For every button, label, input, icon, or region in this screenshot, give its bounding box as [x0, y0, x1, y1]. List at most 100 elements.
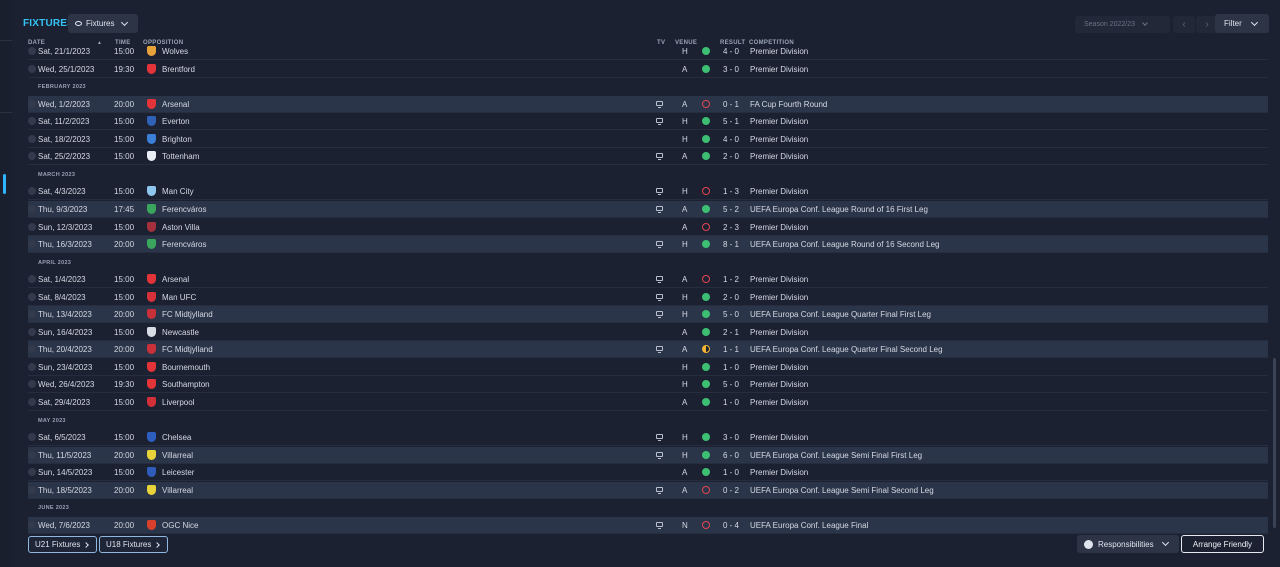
cell-opposition[interactable]: Everton — [162, 117, 190, 126]
table-row[interactable]: Wed, 26/4/2023 19:30 Southampton H 5 - 0 Prem… — [28, 376, 1268, 394]
cell-time: 19:30 — [114, 64, 135, 74]
cell-competition[interactable]: Premier Division — [750, 433, 808, 442]
cell-competition[interactable]: UEFA Europa Conf. League Round of 16 Sec… — [750, 240, 939, 249]
cell-opposition[interactable]: Brentford — [162, 65, 195, 74]
cell-opposition[interactable]: Aston Villa — [162, 223, 200, 232]
cell-opposition[interactable]: Brighton — [162, 135, 192, 144]
cell-date: Thu, 11/5/2023 — [38, 450, 92, 460]
nav-divider — [0, 40, 12, 41]
cell-venue: A — [682, 275, 688, 285]
table-row[interactable]: Thu, 16/3/2023 20:00 Ferencváros H 8 - 1 UEFA… — [28, 236, 1268, 254]
table-row[interactable]: Sat, 29/4/2023 15:00 Liverpool A 1 - 0 Premie… — [28, 394, 1268, 411]
responsibilities-button[interactable]: Responsibilities — [1077, 535, 1179, 553]
cell-opposition[interactable]: Chelsea — [162, 433, 191, 442]
loss-icon — [702, 222, 710, 231]
cell-competition[interactable]: Premier Division — [750, 117, 808, 126]
table-row[interactable]: Sun, 23/4/2023 15:00 Bournemouth H 1 - 0 Prem… — [28, 359, 1268, 376]
cell-competition[interactable]: Premier Division — [750, 47, 808, 56]
table-row[interactable]: Sat, 1/4/2023 15:00 Arsenal A 1 - 2 Premier D… — [28, 271, 1268, 289]
cell-opposition[interactable]: Tottenham — [162, 152, 199, 161]
table-row[interactable]: Sun, 16/4/2023 15:00 Newcastle A 2 - 1 Premie… — [28, 324, 1268, 341]
tv-icon — [656, 434, 663, 442]
previous-season-button[interactable]: ‹ — [1173, 16, 1195, 33]
month-label: MARCH 2023 — [38, 171, 76, 178]
cell-opposition[interactable]: Wolves — [162, 47, 188, 56]
cell-opposition[interactable]: Southampton — [162, 380, 210, 389]
win-icon — [702, 327, 710, 336]
table-row[interactable]: Sat, 18/2/2023 15:00 Brighton H 4 - 0 Premier… — [28, 131, 1268, 148]
table-row[interactable]: Thu, 11/5/2023 20:00 Villarreal H 6 - 0 UEFA … — [28, 446, 1268, 464]
club-crest-icon — [147, 151, 156, 162]
table-row[interactable]: Wed, 25/1/2023 19:30 Brentford A 3 - 0 Premie… — [28, 61, 1268, 78]
cell-opposition[interactable]: Man City — [162, 187, 194, 196]
cell-competition[interactable]: FA Cup Fourth Round — [750, 100, 827, 109]
cell-opposition[interactable]: Ferencváros — [162, 240, 206, 249]
u18-fixtures-button[interactable]: U18 Fixtures — [99, 536, 168, 553]
cell-opposition[interactable]: Leicester — [162, 468, 194, 477]
cell-opposition[interactable]: Bournemouth — [162, 363, 210, 372]
table-row[interactable]: Wed, 7/6/2023 20:00 OGC Nice N 0 - 4 UEFA Eur… — [28, 516, 1268, 534]
chevron-down-icon — [1142, 20, 1148, 26]
cell-competition[interactable]: UEFA Europa Conf. League Round of 16 Fir… — [750, 205, 928, 214]
cell-opposition[interactable]: Villarreal — [162, 486, 193, 495]
table-row[interactable]: Thu, 20/4/2023 20:00 FC Midtjylland A 1 - 1 U… — [28, 341, 1268, 359]
cell-competition[interactable]: Premier Division — [750, 65, 808, 74]
cell-competition[interactable]: Premier Division — [750, 135, 808, 144]
row-status-dot — [28, 275, 36, 284]
cell-competition[interactable]: Premier Division — [750, 380, 808, 389]
cell-competition[interactable]: Premier Division — [750, 152, 808, 161]
cell-opposition[interactable]: OGC Nice — [162, 521, 198, 530]
cell-venue: N — [682, 520, 688, 530]
cell-competition[interactable]: Premier Division — [750, 398, 808, 407]
filter-label: Filter — [1224, 19, 1242, 28]
table-row[interactable]: Thu, 9/3/2023 17:45 Ferencváros A 5 - 2 UEFA … — [28, 200, 1268, 218]
cell-venue: H — [682, 450, 688, 460]
u21-fixtures-button[interactable]: U21 Fixtures — [28, 536, 97, 553]
cell-opposition[interactable]: FC Midtjylland — [162, 310, 213, 319]
cell-competition[interactable]: Premier Division — [750, 363, 808, 372]
cell-competition[interactable]: UEFA Europa Conf. League Semi Final Firs… — [750, 451, 922, 460]
win-icon — [702, 450, 710, 459]
table-row[interactable]: Sat, 8/4/2023 15:00 Man UFC H 2 - 0 Premier D… — [28, 289, 1268, 306]
table-row[interactable]: Wed, 1/2/2023 20:00 Arsenal A 0 - 1 FA Cup Fo… — [28, 95, 1268, 113]
win-icon — [702, 47, 710, 55]
club-crest-icon — [147, 397, 156, 407]
season-dropdown[interactable]: Season 2022/23 — [1075, 16, 1170, 33]
cell-opposition[interactable]: Arsenal — [162, 275, 189, 284]
table-row[interactable]: Sat, 6/5/2023 15:00 Chelsea H 3 - 0 Premier D… — [28, 429, 1268, 447]
table-row[interactable]: Sun, 14/5/2023 15:00 Leicester A 1 - 0 Premie… — [28, 464, 1268, 482]
scrollbar[interactable] — [1273, 358, 1276, 528]
cell-competition[interactable]: Premier Division — [750, 468, 808, 477]
row-status-dot — [28, 468, 36, 477]
cell-opposition[interactable]: FC Midtjylland — [162, 345, 213, 354]
cell-competition[interactable]: UEFA Europa Conf. League Quarter Final F… — [750, 310, 931, 319]
cell-opposition[interactable]: Villarreal — [162, 451, 193, 460]
table-row[interactable]: Thu, 13/4/2023 20:00 FC Midtjylland H 5 - 0 U… — [28, 306, 1268, 324]
cell-time: 15:00 — [114, 222, 135, 232]
cell-opposition[interactable]: Liverpool — [162, 398, 194, 407]
cell-competition[interactable]: Premier Division — [750, 187, 808, 196]
table-row[interactable]: Sat, 21/1/2023 15:00 Wolves H 4 - 0 Premier D… — [28, 44, 1268, 60]
table-row[interactable]: Sat, 11/2/2023 15:00 Everton H 5 - 1 Premier … — [28, 113, 1268, 131]
cell-competition[interactable]: Premier Division — [750, 293, 808, 302]
cell-competition[interactable]: Premier Division — [750, 328, 808, 337]
cell-date: Thu, 18/5/2023 — [38, 485, 92, 495]
view-dropdown[interactable]: Fixtures — [68, 14, 138, 33]
club-crest-icon — [147, 116, 156, 127]
cell-competition[interactable]: UEFA Europa Conf. League Semi Final Seco… — [750, 486, 934, 495]
cell-competition[interactable]: UEFA Europa Conf. League Final — [750, 521, 868, 530]
cell-competition[interactable]: Premier Division — [750, 275, 808, 284]
table-row[interactable]: Sun, 12/3/2023 15:00 Aston Villa A 2 - 3 Prem… — [28, 219, 1268, 236]
cell-opposition[interactable]: Man UFC — [162, 293, 196, 302]
row-status-dot — [28, 327, 36, 336]
cell-opposition[interactable]: Newcastle — [162, 328, 199, 337]
table-row[interactable]: Sat, 4/3/2023 15:00 Man City H 1 - 3 Premier … — [28, 183, 1268, 201]
cell-competition[interactable]: UEFA Europa Conf. League Quarter Final S… — [750, 345, 943, 354]
table-row[interactable]: Sat, 25/2/2023 15:00 Tottenham A 2 - 0 Premie… — [28, 148, 1268, 166]
cell-opposition[interactable]: Ferencváros — [162, 205, 206, 214]
cell-opposition[interactable]: Arsenal — [162, 100, 189, 109]
cell-competition[interactable]: Premier Division — [750, 223, 808, 232]
table-row[interactable]: Thu, 18/5/2023 20:00 Villarreal A 0 - 2 UEFA … — [28, 481, 1268, 499]
arrange-friendly-button[interactable]: Arrange Friendly — [1181, 535, 1264, 553]
filter-button[interactable]: Filter — [1215, 14, 1269, 33]
